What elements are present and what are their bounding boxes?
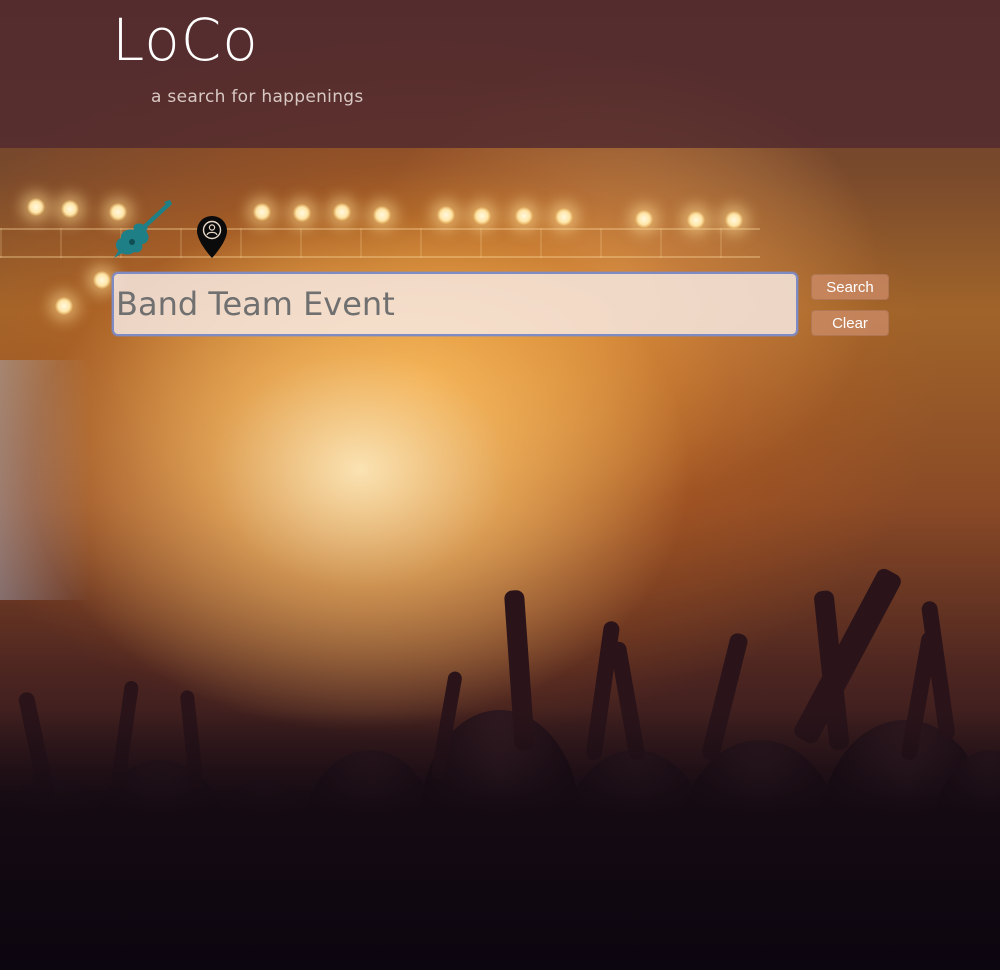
stage-light bbox=[555, 208, 573, 226]
stage-light bbox=[515, 207, 533, 225]
site-tagline: a search for happenings bbox=[151, 87, 364, 107]
stage-light bbox=[55, 297, 73, 315]
stage-light bbox=[293, 204, 311, 222]
stage-light bbox=[27, 198, 45, 216]
stage-light bbox=[93, 271, 111, 289]
search-input[interactable] bbox=[112, 272, 798, 336]
stage-light bbox=[61, 200, 79, 218]
stage-light bbox=[687, 211, 705, 229]
stage-light bbox=[373, 206, 391, 224]
map-pin-icon[interactable] bbox=[192, 214, 232, 262]
site-logo[interactable]: LoCo bbox=[112, 6, 259, 74]
stage-light bbox=[473, 207, 491, 225]
stage-light bbox=[253, 203, 271, 221]
stage-light bbox=[333, 203, 351, 221]
search-button[interactable]: Search bbox=[811, 274, 889, 300]
stage-light bbox=[725, 211, 743, 229]
guitar-icon[interactable] bbox=[112, 200, 172, 260]
map-pin-icon-graphic bbox=[197, 216, 227, 258]
site-header: LoCo a search for happenings bbox=[0, 0, 1000, 148]
stage-light bbox=[437, 206, 455, 224]
clear-button[interactable]: Clear bbox=[811, 310, 889, 336]
stage-light bbox=[635, 210, 653, 228]
crowd-shadow bbox=[0, 710, 1000, 970]
guitar-icon-graphic bbox=[114, 200, 172, 258]
page: LoCo a search for happenings Band Team E… bbox=[0, 0, 1000, 970]
